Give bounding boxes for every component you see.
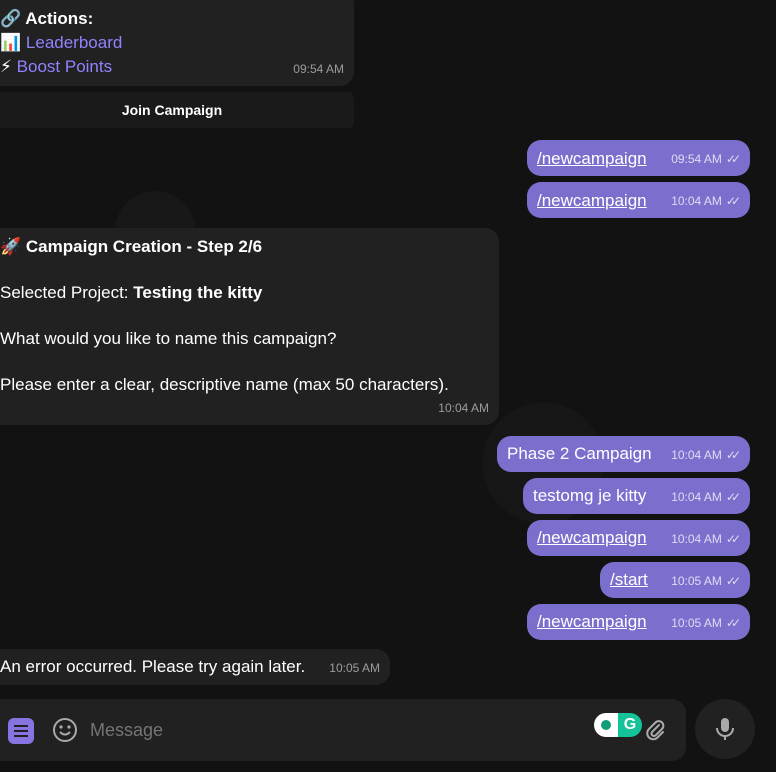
- rocket-icon: 🚀: [0, 237, 22, 256]
- pin-extension-icon: [594, 713, 618, 737]
- step-title: 🚀 Campaign Creation - Step 2/6: [0, 237, 263, 256]
- message-input[interactable]: [90, 717, 580, 743]
- attach-button[interactable]: [644, 719, 666, 741]
- question-text: What would you like to name this campaig…: [0, 329, 337, 348]
- message-time: 09:54 AM: [671, 152, 722, 166]
- message-time: 10:04 AM: [438, 401, 489, 415]
- message-composer: G: [0, 699, 686, 761]
- double-check-icon: ✓✓: [725, 448, 741, 462]
- message-time: 10:04 AM: [671, 532, 722, 546]
- message-time: 10:05 AM: [671, 574, 722, 588]
- outgoing-message: testomg je kitty 10:04 AM ✓✓: [523, 478, 750, 514]
- double-check-icon: ✓✓: [725, 616, 741, 630]
- double-check-icon: ✓✓: [725, 152, 741, 166]
- outgoing-message: Phase 2 Campaign 10:04 AM ✓✓: [497, 436, 750, 472]
- leaderboard-link[interactable]: 📊 Leaderboard: [0, 32, 122, 54]
- outgoing-message: /newcampaign 10:05 AM ✓✓: [527, 604, 750, 640]
- double-check-icon: ✓✓: [725, 532, 741, 546]
- bot-menu-button[interactable]: [8, 718, 34, 744]
- lightning-icon: ⚡: [0, 57, 12, 76]
- emoji-button[interactable]: [52, 717, 78, 743]
- join-campaign-button[interactable]: Join Campaign: [0, 92, 354, 128]
- extension-icons[interactable]: G: [594, 713, 642, 737]
- command-link[interactable]: /newcampaign: [537, 527, 647, 549]
- message-time: 10:04 AM: [671, 448, 722, 462]
- link-icon: 🔗: [0, 9, 22, 28]
- message-text: Phase 2 Campaign: [507, 444, 652, 463]
- paperclip-icon: [646, 720, 665, 741]
- command-link[interactable]: /newcampaign: [537, 148, 647, 170]
- message-time: 09:54 AM: [293, 62, 344, 76]
- voice-record-button[interactable]: [695, 699, 755, 759]
- boost-points-link[interactable]: ⚡ Boost Points: [0, 56, 112, 78]
- double-check-icon: ✓✓: [725, 194, 741, 208]
- smile-icon: [53, 718, 77, 742]
- grammarly-icon: G: [618, 713, 642, 737]
- microphone-icon: [716, 718, 734, 740]
- command-link[interactable]: /newcampaign: [537, 190, 647, 212]
- chart-icon: 📊: [0, 33, 22, 52]
- outgoing-message: /newcampaign 09:54 AM ✓✓: [527, 140, 750, 176]
- error-message: An error occurred. Please try again late…: [0, 649, 390, 685]
- actions-message: 🔗 Actions: 📊 Leaderboard ⚡ Boost Points …: [0, 0, 354, 86]
- outgoing-message: /newcampaign 10:04 AM ✓✓: [527, 182, 750, 218]
- outgoing-message: /start 10:05 AM ✓✓: [600, 562, 750, 598]
- error-text: An error occurred. Please try again late…: [0, 657, 306, 676]
- selected-project: Selected Project: Testing the kitty: [0, 283, 263, 302]
- campaign-step-message: 🚀 Campaign Creation - Step 2/6 Selected …: [0, 228, 499, 425]
- menu-icon: [14, 725, 28, 737]
- outgoing-message: /newcampaign 10:04 AM ✓✓: [527, 520, 750, 556]
- command-link[interactable]: /newcampaign: [537, 611, 647, 633]
- actions-heading: 🔗 Actions:: [0, 9, 94, 28]
- message-time: 10:04 AM: [671, 194, 722, 208]
- double-check-icon: ✓✓: [725, 574, 741, 588]
- message-time: 10:04 AM: [671, 490, 722, 504]
- message-time: 10:05 AM: [329, 661, 380, 675]
- command-link[interactable]: /start: [610, 569, 648, 591]
- double-check-icon: ✓✓: [725, 490, 741, 504]
- message-time: 10:05 AM: [671, 616, 722, 630]
- message-text: testomg je kitty: [533, 486, 647, 505]
- hint-text: Please enter a clear, descriptive name (…: [0, 375, 449, 394]
